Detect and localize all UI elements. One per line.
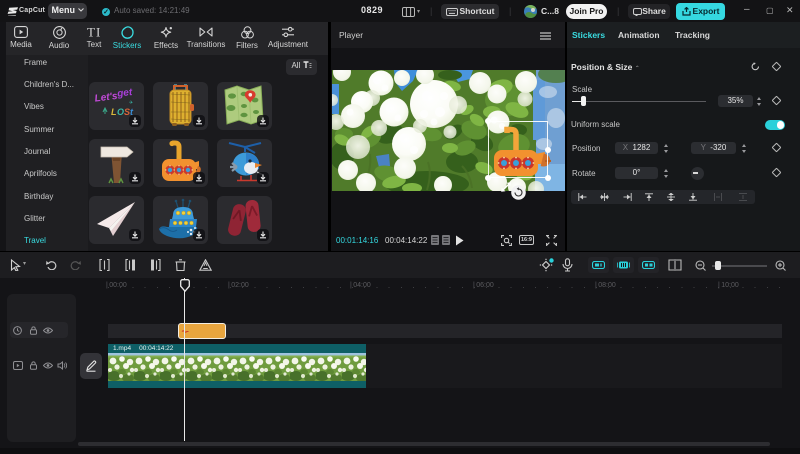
svg-text:get: get xyxy=(116,87,134,100)
svg-text:Let's: Let's xyxy=(94,91,119,105)
svg-text:T: T xyxy=(87,26,95,38)
svg-text:O: O xyxy=(117,107,124,117)
svg-text:✈: ✈ xyxy=(129,100,133,106)
svg-text:I: I xyxy=(96,26,100,38)
svg-text:L: L xyxy=(111,107,117,117)
